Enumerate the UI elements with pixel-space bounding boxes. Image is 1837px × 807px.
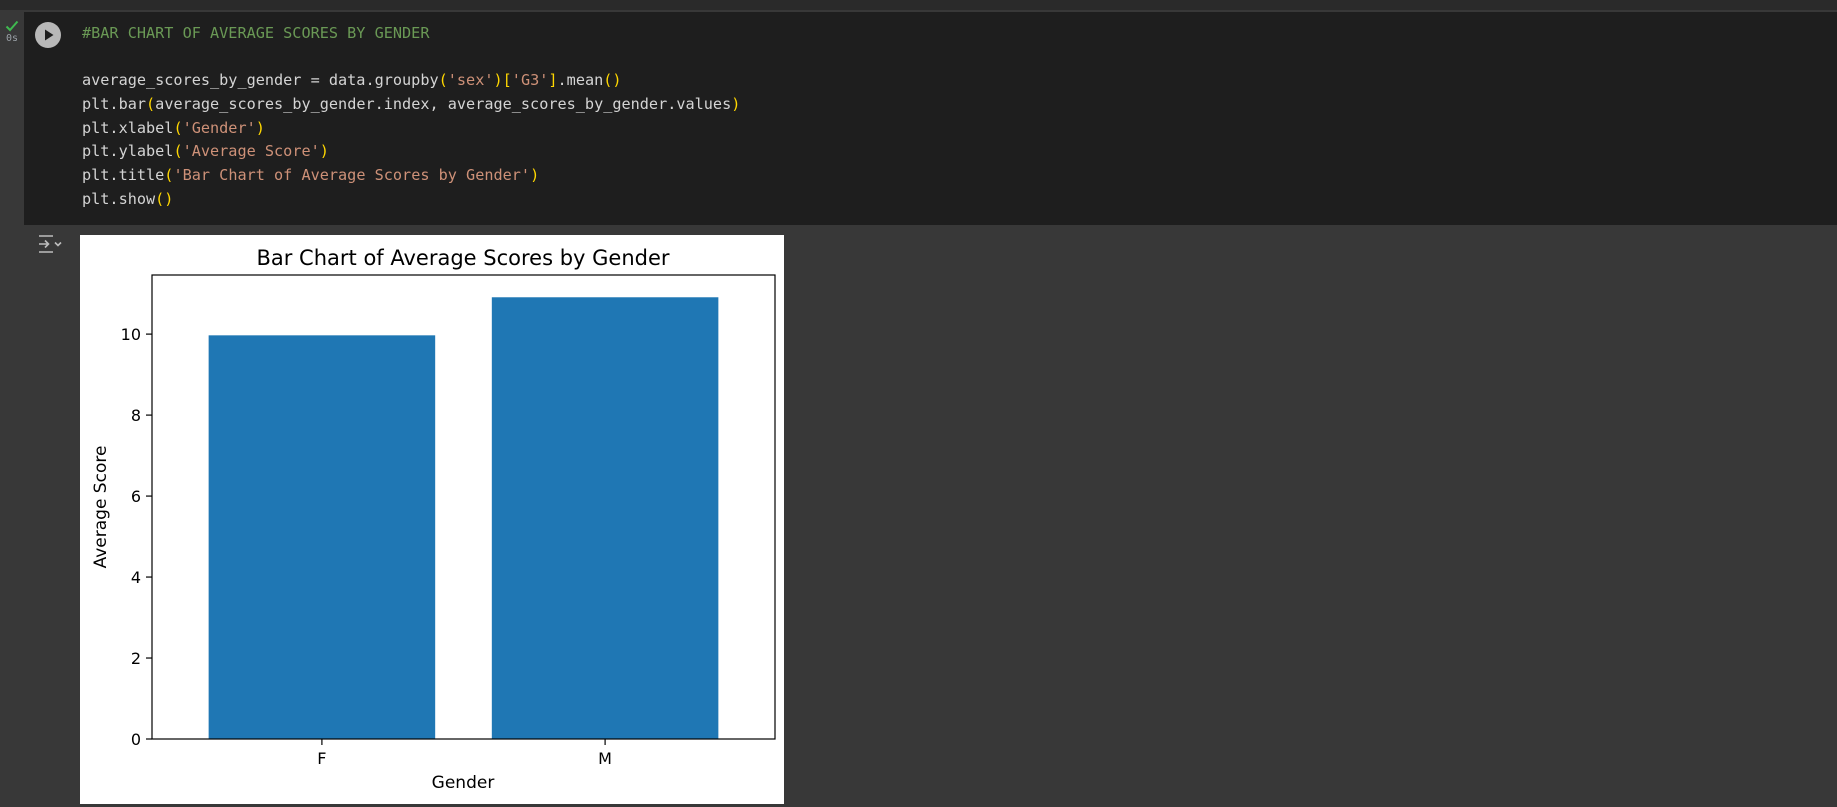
code-token: plt.bar [82,95,147,114]
plot-area: 0 2 4 6 8 10 F M [121,274,776,768]
x-tick-label: F [317,749,326,768]
y-tick-label: 6 [131,487,141,506]
code-token: 'Average Score' [182,142,320,161]
play-icon [45,29,54,41]
code-token: ) [493,71,503,90]
run-cell-button[interactable] [35,22,61,48]
x-axis-label: Gender [432,773,495,793]
code-token: ) [255,118,265,137]
code-token: 'G3' [511,71,549,90]
y-tick-label: 10 [121,325,141,344]
code-line: plt.bar(average_scores_by_gender.index, … [82,93,740,117]
code-line: average_scores_by_gender = data.groupby(… [82,69,740,93]
code-token: ( [173,142,183,161]
execution-time: 0s [5,33,19,44]
code-token: ) [530,166,540,185]
code-line: plt.title('Bar Chart of Average Scores b… [82,164,740,188]
bar-chart: Bar Chart of Average Scores by Gender Ge… [91,246,776,793]
code-token: ) [731,95,741,114]
code-token: ( [146,95,156,114]
code-token: 'Bar Chart of Average Scores by Gender' [173,166,531,185]
chart-title: Bar Chart of Average Scores by Gender [256,246,669,270]
code-editor[interactable]: #BAR CHART OF AVERAGE SCORES BY GENDER av… [82,22,740,212]
cell-output: Bar Chart of Average Scores by Gender Ge… [80,235,784,804]
code-token: plt.show [82,189,156,208]
code-token: average_scores_by_gender.index, average_… [155,95,732,114]
code-comment: #BAR CHART OF AVERAGE SCORES BY GENDER [82,24,430,42]
code-token: () [155,189,174,208]
code-token: 'Gender' [182,118,256,137]
output-toggle-button[interactable] [36,232,62,258]
code-token: 'sex' [447,71,494,90]
y-tick-label: 4 [131,568,141,587]
code-token: plt.xlabel [82,118,174,137]
code-token: ( [438,71,448,90]
y-tick-label: 8 [131,406,141,425]
check-icon [5,20,19,32]
bar-f [208,335,436,739]
x-tick-label: M [598,749,612,768]
code-line: plt.show() [82,188,740,212]
code-token: () [603,71,622,90]
code-token: .mean [557,71,604,90]
code-body: average_scores_by_gender = data.groupby(… [82,69,740,211]
execution-status: 0s [0,20,24,44]
code-token: plt.ylabel [82,142,174,161]
top-bar [0,0,1837,10]
code-token: [ [502,71,512,90]
code-cell[interactable]: #BAR CHART OF AVERAGE SCORES BY GENDER av… [24,12,1837,225]
code-line: plt.xlabel('Gender') [82,117,740,141]
output-toggle-icon [39,235,62,253]
code-token: average_scores_by_gender = data.groupby [82,71,439,90]
code-token: ) [319,142,329,161]
y-tick-label: 0 [131,730,141,749]
bar-m [491,297,719,739]
code-line: plt.ylabel('Average Score') [82,140,740,164]
code-token: plt.title [82,166,165,185]
code-token: ( [173,118,183,137]
y-tick-label: 2 [131,649,141,668]
y-axis-label: Average Score [91,446,111,569]
code-token: ] [548,71,558,90]
